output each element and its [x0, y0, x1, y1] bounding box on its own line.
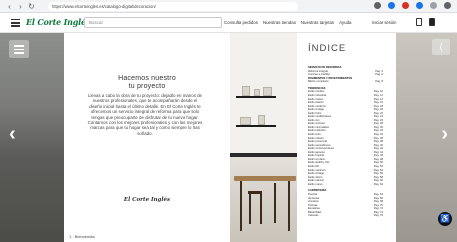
page-body-text: Llevas a cabo la obra de tu proyecto: de…: [87, 93, 203, 136]
index-entry[interactable]: Celosías Pag. 76: [308, 214, 383, 218]
reload-button[interactable]: ↻: [26, 1, 37, 12]
shelf: [236, 96, 276, 98]
cart-icon[interactable]: [429, 18, 435, 26]
link-tarjetas[interactable]: Nuestras tarjetas: [301, 20, 334, 25]
extension-icon[interactable]: [374, 2, 381, 9]
index-entry-label: Baños completos: [308, 80, 329, 84]
page-title-line: Hacemos nuestro: [118, 75, 176, 82]
browser-toolbar: ‹ › ↻ https://www.elcorteingles.es/catal…: [0, 0, 457, 13]
index-entry-label: Celosías: [308, 214, 319, 218]
url-text: https://www.elcorteingles.es/catalogo-di…: [52, 4, 156, 9]
pot: [240, 117, 251, 125]
extension-icon[interactable]: [388, 2, 395, 9]
page-title: Hacemos nuestro tu proyecto: [64, 75, 230, 90]
index-entry-label: Estilo nuevo: [308, 182, 323, 186]
link-consulta-pedidos[interactable]: Consulta pedidos: [224, 20, 258, 25]
index-entry-page: Pag. 6: [375, 73, 383, 77]
chair-back: [274, 183, 276, 223]
prev-page-arrow-icon[interactable]: ‹: [9, 123, 16, 146]
page-footer: 1 · Bienvenida: [69, 234, 95, 239]
page-title-line: tu proyecto: [128, 82, 166, 90]
next-page-arrow-icon[interactable]: ›: [441, 123, 448, 146]
header-icons: [416, 18, 435, 26]
site-header: El Corte Inglés Buscar Consulta pedidos …: [0, 13, 457, 33]
share-icon[interactable]: ⟨: [432, 39, 450, 55]
search-input[interactable]: Buscar: [84, 17, 222, 28]
index-title: ÍNDICE: [308, 43, 347, 54]
account-link[interactable]: Iniciar sesión: [372, 20, 396, 25]
index-entry-page: Pag. 76: [373, 214, 383, 218]
index-entry-page: Pag. 8: [375, 80, 383, 84]
favorites-icon[interactable]: [416, 18, 422, 26]
catalog-page-left: Hacemos nuestro tu proyecto Llevas a cab…: [64, 33, 230, 242]
profile-icon[interactable]: [444, 2, 451, 9]
extension-icon[interactable]: [402, 2, 409, 9]
index-list: SERVICIO DE REFORMAS Reforma integral Pag.…: [308, 66, 383, 218]
vase: [263, 87, 272, 96]
link-ayuda[interactable]: Ayuda: [339, 20, 351, 25]
menu-icon[interactable]: [11, 19, 20, 27]
chair-leg: [260, 194, 262, 224]
forward-button[interactable]: ›: [15, 1, 26, 12]
shelf: [236, 125, 276, 127]
site-logo[interactable]: El Corte Inglés: [26, 17, 90, 27]
brand-logo: El Corte Inglés: [123, 197, 171, 203]
header-links: Consulta pedidos Nuestras tiendas Nuestr…: [224, 20, 351, 25]
jar: [242, 86, 250, 96]
extension-icons: [374, 2, 451, 9]
countertop: [230, 153, 297, 157]
bowl: [254, 89, 260, 96]
extension-icon[interactable]: [430, 2, 437, 9]
kitchen-photo: [230, 33, 297, 242]
accessibility-icon[interactable]: ♿: [438, 212, 452, 226]
table-leg: [288, 181, 290, 231]
catalog-viewer: ⟨ ‹ › ♿ Hacemos nuestro tu proyecto Llev…: [0, 33, 457, 242]
extension-icon[interactable]: [416, 2, 423, 9]
back-button[interactable]: ‹: [4, 1, 15, 12]
bottle: [258, 115, 265, 125]
viewer-menu-icon[interactable]: [9, 40, 29, 58]
dining-table: [234, 176, 296, 181]
address-bar[interactable]: https://www.elcorteingles.es/catalogo-di…: [48, 2, 298, 11]
chair-leg: [249, 194, 251, 224]
page: ‹ › ↻ https://www.elcorteingles.es/catal…: [0, 0, 457, 242]
index-entry-page: Pag. 62: [373, 182, 383, 186]
link-tiendas[interactable]: Nuestras tiendas: [263, 20, 296, 25]
catalog-page-index: ÍNDICE SERVICIO DE REFORMAS Reforma integ…: [297, 33, 396, 242]
table-leg: [240, 181, 242, 231]
